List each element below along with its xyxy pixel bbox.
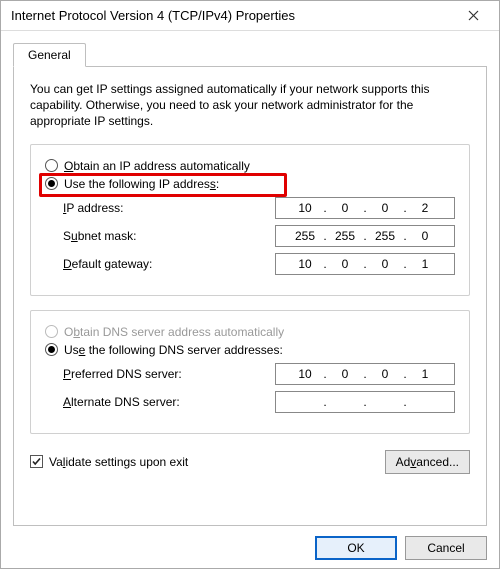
- ip-address-label: IP address:: [45, 201, 275, 215]
- tab-page-general: You can get IP settings assigned automat…: [13, 66, 487, 526]
- tab-strip: General: [13, 43, 487, 66]
- radio-manual-ip[interactable]: Use the following IP address:: [45, 177, 455, 191]
- intro-text: You can get IP settings assigned automat…: [30, 81, 470, 130]
- window-title: Internet Protocol Version 4 (TCP/IPv4) P…: [11, 8, 453, 23]
- radio-auto-ip-label: Obtain an IP address automatically: [64, 159, 250, 173]
- subnet-mask-input[interactable]: 255. 255. 255. 0: [275, 225, 455, 247]
- cancel-button[interactable]: Cancel: [405, 536, 487, 560]
- radio-auto-dns-circle: [45, 325, 58, 338]
- field-preferred-dns: Preferred DNS server: 10. 0. 0. 1: [45, 363, 455, 385]
- field-ip-address: IP address: 10. 0. 0. 2: [45, 197, 455, 219]
- alternate-dns-input[interactable]: . . .: [275, 391, 455, 413]
- titlebar: Internet Protocol Version 4 (TCP/IPv4) P…: [1, 1, 499, 31]
- close-icon: [468, 10, 479, 21]
- ok-button[interactable]: OK: [315, 536, 397, 560]
- footer-row: Validate settings upon exit Advanced...: [30, 450, 470, 474]
- preferred-dns-input[interactable]: 10. 0. 0. 1: [275, 363, 455, 385]
- default-gateway-label: Default gateway:: [45, 257, 275, 271]
- radio-auto-ip[interactable]: Obtain an IP address automatically: [45, 159, 455, 173]
- radio-manual-dns[interactable]: Use the following DNS server addresses:: [45, 343, 455, 357]
- dialog-window: Internet Protocol Version 4 (TCP/IPv4) P…: [0, 0, 500, 569]
- tab-general[interactable]: General: [13, 43, 86, 67]
- radio-manual-dns-circle: [45, 343, 58, 356]
- field-default-gateway: Default gateway: 10. 0. 0. 1: [45, 253, 455, 275]
- subnet-mask-label: Subnet mask:: [45, 229, 275, 243]
- validate-label: Validate settings upon exit: [49, 455, 188, 469]
- field-subnet-mask: Subnet mask: 255. 255. 255. 0: [45, 225, 455, 247]
- radio-manual-dns-label: Use the following DNS server addresses:: [64, 343, 283, 357]
- ip-address-input[interactable]: 10. 0. 0. 2: [275, 197, 455, 219]
- radio-manual-ip-label: Use the following IP address:: [64, 177, 219, 191]
- ip-group: Obtain an IP address automatically Use t…: [30, 144, 470, 296]
- close-button[interactable]: [453, 2, 493, 30]
- radio-auto-dns-label: Obtain DNS server address automatically: [64, 325, 284, 339]
- radio-auto-ip-circle: [45, 159, 58, 172]
- check-icon: [31, 456, 42, 467]
- default-gateway-input[interactable]: 10. 0. 0. 1: [275, 253, 455, 275]
- preferred-dns-label: Preferred DNS server:: [45, 367, 275, 381]
- advanced-button[interactable]: Advanced...: [385, 450, 470, 474]
- dns-group: Obtain DNS server address automatically …: [30, 310, 470, 434]
- dialog-button-row: OK Cancel: [13, 526, 487, 560]
- radio-manual-ip-circle: [45, 177, 58, 190]
- radio-auto-dns: Obtain DNS server address automatically: [45, 325, 455, 339]
- field-alternate-dns: Alternate DNS server: . . .: [45, 391, 455, 413]
- alternate-dns-label: Alternate DNS server:: [45, 395, 275, 409]
- client-area: General You can get IP settings assigned…: [1, 31, 499, 568]
- validate-checkbox[interactable]: [30, 455, 43, 468]
